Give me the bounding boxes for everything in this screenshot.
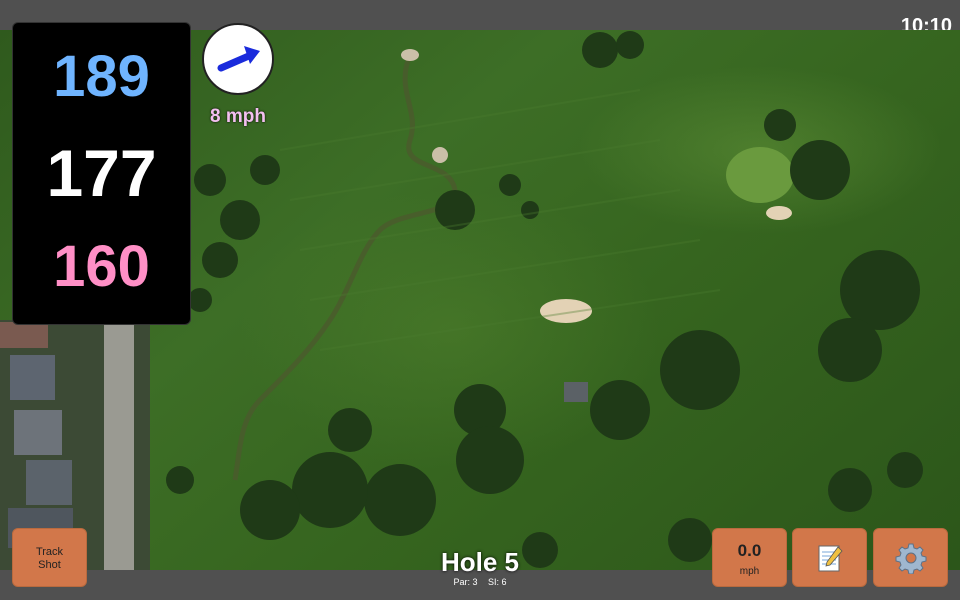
speed-value: 0.0 bbox=[737, 541, 762, 560]
hole-info: Par: 3 SI: 6 bbox=[380, 577, 580, 587]
track-shot-button[interactable]: Track Shot bbox=[12, 528, 87, 587]
wind-arrow-icon bbox=[217, 46, 260, 72]
wind-indicator bbox=[202, 23, 274, 95]
settings-button[interactable] bbox=[873, 528, 948, 587]
hole-title: Hole 5 bbox=[440, 547, 520, 577]
yardage-panel: 189 177 160 bbox=[12, 22, 191, 325]
track-shot-label-line1: Track bbox=[35, 546, 64, 558]
back-yardage: 189 bbox=[53, 44, 150, 109]
track-shot-label-line2: Shot bbox=[38, 559, 61, 571]
notepad-icon bbox=[818, 545, 843, 571]
front-yardage: 160 bbox=[53, 234, 150, 299]
track-shot-label: Track Shot bbox=[13, 546, 86, 572]
wind-speed: 8 mph bbox=[210, 106, 266, 127]
hole-si: SI: 6 bbox=[488, 577, 507, 587]
gear-icon bbox=[895, 543, 926, 574]
speed-button[interactable]: 0.0 mph bbox=[712, 528, 787, 587]
middle-yardage: 177 bbox=[46, 136, 157, 210]
scorecard-button[interactable] bbox=[792, 528, 867, 587]
speed-unit: mph bbox=[739, 566, 760, 577]
hole-par: Par: 3 bbox=[453, 577, 478, 587]
